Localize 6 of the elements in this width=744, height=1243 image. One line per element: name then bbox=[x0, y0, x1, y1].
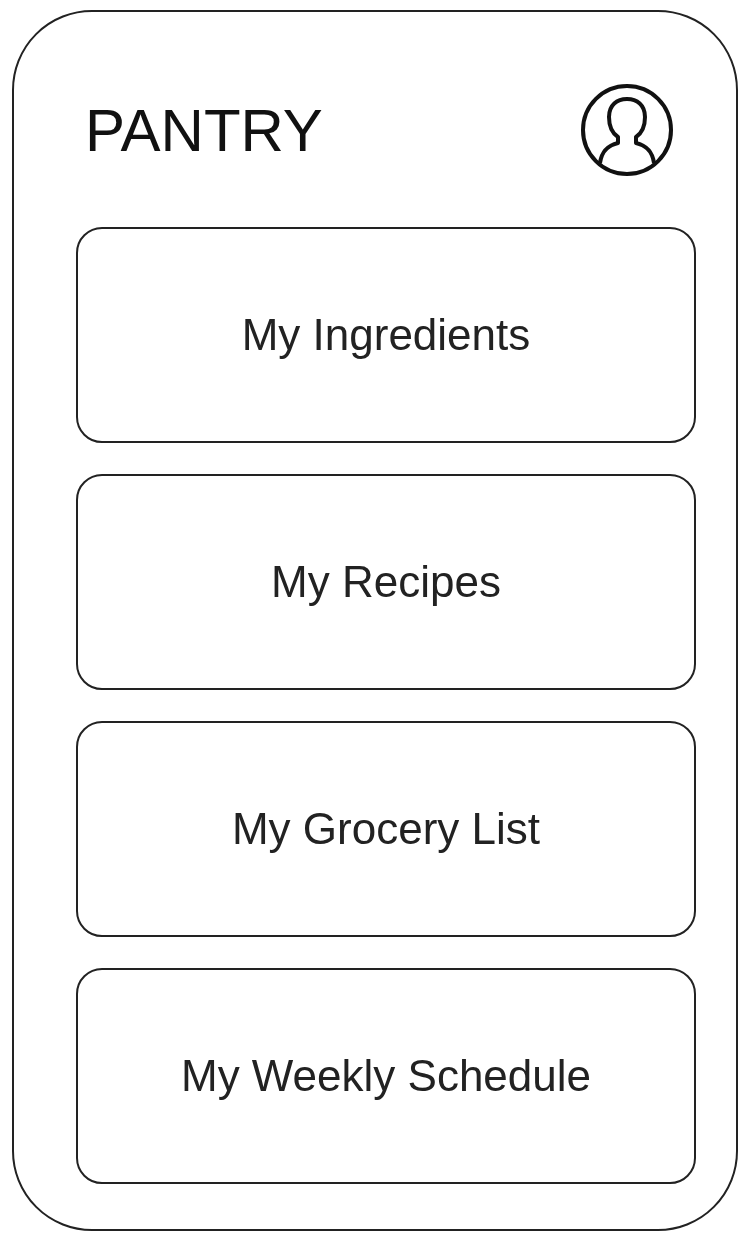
menu-button[interactable]: My Grocery List bbox=[76, 721, 696, 937]
menu-button[interactable]: My Weekly Schedule bbox=[76, 968, 696, 1184]
menu-button[interactable]: My Ingredients bbox=[76, 227, 696, 443]
app-title: PANTRY bbox=[85, 95, 323, 165]
user-icon[interactable] bbox=[580, 83, 674, 177]
menu-button[interactable]: My Recipes bbox=[76, 474, 696, 690]
